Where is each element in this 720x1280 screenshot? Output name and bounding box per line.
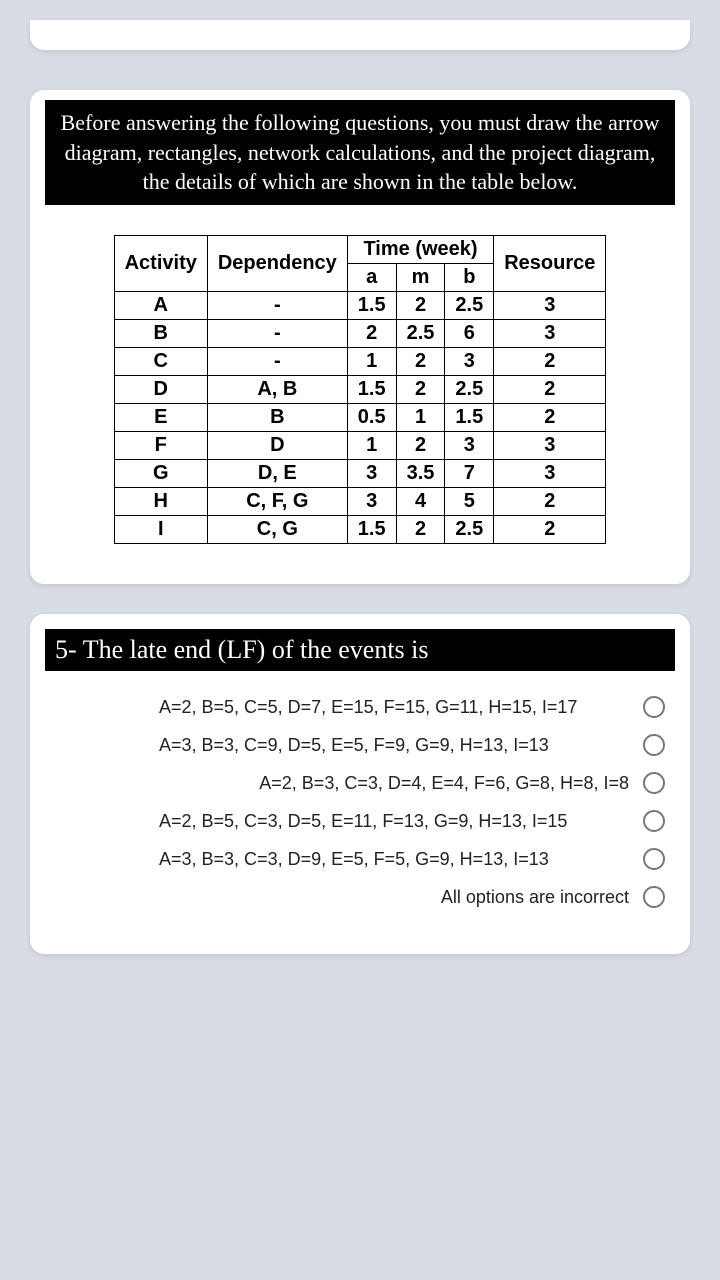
option-text: A=2, B=5, C=3, D=5, E=11, F=13, G=9, H=1… xyxy=(159,811,629,832)
cell-activity: E xyxy=(114,404,207,432)
table-row: GD, E33.573 xyxy=(114,460,606,488)
cell-m: 2.5 xyxy=(396,320,445,348)
cell-b: 3 xyxy=(445,432,494,460)
table-row: A-1.522.53 xyxy=(114,292,606,320)
question-card: 5- The late end (LF) of the events is A=… xyxy=(30,614,690,954)
cell-dependency: D, E xyxy=(207,460,347,488)
option-text: A=3, B=3, C=9, D=5, E=5, F=9, G=9, H=13,… xyxy=(159,735,629,756)
cell-b: 2.5 xyxy=(445,292,494,320)
cell-dependency: C, G xyxy=(207,516,347,544)
table-row: DA, B1.522.52 xyxy=(114,376,606,404)
cell-a: 3 xyxy=(347,460,396,488)
cell-activity: D xyxy=(114,376,207,404)
cell-activity: I xyxy=(114,516,207,544)
cell-activity: F xyxy=(114,432,207,460)
question-title: 5- The late end (LF) of the events is xyxy=(45,629,675,671)
table-row: B-22.563 xyxy=(114,320,606,348)
radio-icon[interactable] xyxy=(643,696,665,718)
col-activity: Activity xyxy=(114,236,207,292)
cell-m: 1 xyxy=(396,404,445,432)
answer-option[interactable]: A=3, B=3, C=9, D=5, E=5, F=9, G=9, H=13,… xyxy=(55,734,665,756)
col-resource: Resource xyxy=(494,236,606,292)
cell-dependency: A, B xyxy=(207,376,347,404)
table-row: HC, F, G3452 xyxy=(114,488,606,516)
col-b: b xyxy=(445,264,494,292)
cell-resource: 3 xyxy=(494,292,606,320)
cell-resource: 2 xyxy=(494,488,606,516)
option-text: A=2, B=5, C=5, D=7, E=15, F=15, G=11, H=… xyxy=(159,697,629,718)
info-card: Before answering the following questions… xyxy=(30,90,690,584)
col-a: a xyxy=(347,264,396,292)
cell-b: 1.5 xyxy=(445,404,494,432)
option-text: A=2, B=3, C=3, D=4, E=4, F=6, G=8, H=8, … xyxy=(55,773,629,794)
cell-b: 3 xyxy=(445,348,494,376)
cell-b: 2.5 xyxy=(445,516,494,544)
cell-resource: 2 xyxy=(494,348,606,376)
cell-dependency: D xyxy=(207,432,347,460)
col-m: m xyxy=(396,264,445,292)
cell-b: 7 xyxy=(445,460,494,488)
cell-m: 3.5 xyxy=(396,460,445,488)
table-row: C-1232 xyxy=(114,348,606,376)
col-dependency: Dependency xyxy=(207,236,347,292)
cell-a: 2 xyxy=(347,320,396,348)
cell-dependency: C, F, G xyxy=(207,488,347,516)
option-text: All options are incorrect xyxy=(55,887,629,908)
cell-activity: H xyxy=(114,488,207,516)
radio-icon[interactable] xyxy=(643,810,665,832)
cell-resource: 3 xyxy=(494,320,606,348)
radio-icon[interactable] xyxy=(643,772,665,794)
cell-m: 2 xyxy=(396,432,445,460)
cell-activity: A xyxy=(114,292,207,320)
radio-icon[interactable] xyxy=(643,848,665,870)
cell-a: 1.5 xyxy=(347,292,396,320)
radio-icon[interactable] xyxy=(643,734,665,756)
cell-m: 4 xyxy=(396,488,445,516)
previous-card-bottom xyxy=(30,20,690,50)
answer-option[interactable]: A=3, B=3, C=3, D=9, E=5, F=5, G=9, H=13,… xyxy=(55,848,665,870)
cell-activity: C xyxy=(114,348,207,376)
table-row: EB0.511.52 xyxy=(114,404,606,432)
instructions-text: Before answering the following questions… xyxy=(45,100,675,205)
cell-a: 1 xyxy=(347,432,396,460)
cell-b: 2.5 xyxy=(445,376,494,404)
table-row: IC, G1.522.52 xyxy=(114,516,606,544)
answer-option[interactable]: All options are incorrect xyxy=(55,886,665,908)
cell-a: 1 xyxy=(347,348,396,376)
cell-a: 0.5 xyxy=(347,404,396,432)
activity-table: Activity Dependency Time (week) Resource… xyxy=(114,235,607,544)
cell-resource: 2 xyxy=(494,376,606,404)
cell-a: 1.5 xyxy=(347,516,396,544)
radio-icon[interactable] xyxy=(643,886,665,908)
answer-option[interactable]: A=2, B=3, C=3, D=4, E=4, F=6, G=8, H=8, … xyxy=(55,772,665,794)
cell-a: 1.5 xyxy=(347,376,396,404)
cell-b: 6 xyxy=(445,320,494,348)
cell-m: 2 xyxy=(396,348,445,376)
cell-resource: 3 xyxy=(494,432,606,460)
cell-activity: G xyxy=(114,460,207,488)
answer-option[interactable]: A=2, B=5, C=3, D=5, E=11, F=13, G=9, H=1… xyxy=(55,810,665,832)
cell-dependency: - xyxy=(207,320,347,348)
cell-m: 2 xyxy=(396,516,445,544)
cell-dependency: - xyxy=(207,348,347,376)
cell-dependency: - xyxy=(207,292,347,320)
col-time: Time (week) xyxy=(347,236,493,264)
cell-m: 2 xyxy=(396,292,445,320)
cell-activity: B xyxy=(114,320,207,348)
answer-option[interactable]: A=2, B=5, C=5, D=7, E=15, F=15, G=11, H=… xyxy=(55,696,665,718)
cell-m: 2 xyxy=(396,376,445,404)
cell-resource: 2 xyxy=(494,516,606,544)
cell-resource: 2 xyxy=(494,404,606,432)
cell-b: 5 xyxy=(445,488,494,516)
table-row: FD1233 xyxy=(114,432,606,460)
cell-a: 3 xyxy=(347,488,396,516)
cell-resource: 3 xyxy=(494,460,606,488)
option-text: A=3, B=3, C=3, D=9, E=5, F=5, G=9, H=13,… xyxy=(159,849,629,870)
cell-dependency: B xyxy=(207,404,347,432)
